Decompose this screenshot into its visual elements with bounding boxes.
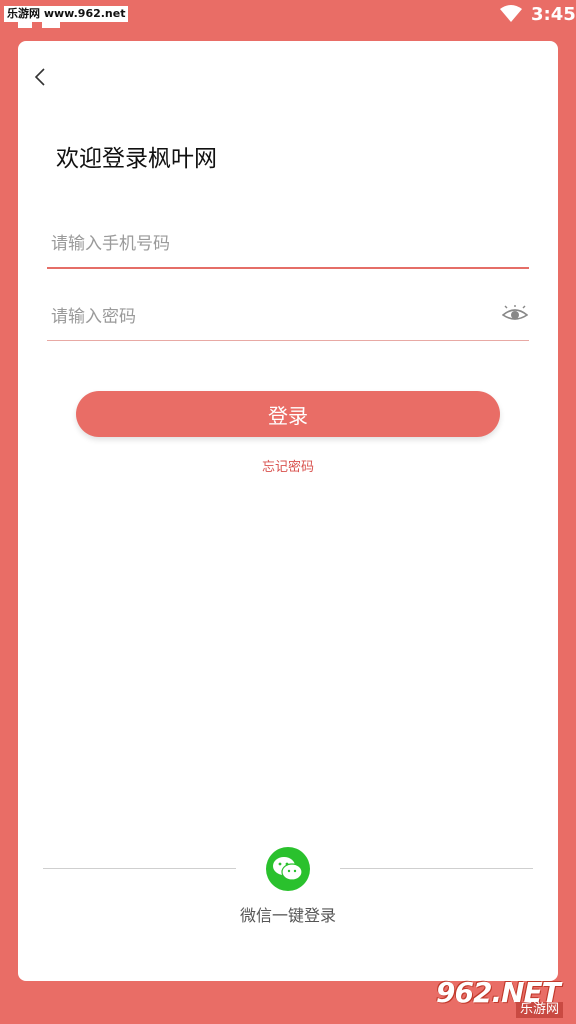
eye-icon[interactable]: [502, 305, 528, 323]
watermark-text: 乐游网 www.962.net: [4, 6, 129, 22]
phone-input[interactable]: [47, 221, 529, 269]
status-time: 3:45: [531, 4, 576, 25]
watermark-name: 乐游网: [516, 1002, 564, 1018]
wechat-login-label: 微信一键登录: [239, 906, 336, 925]
login-button[interactable]: 登录: [76, 391, 500, 437]
watermark-block: [18, 22, 32, 28]
wechat-icon[interactable]: [266, 847, 310, 891]
login-card: 欢迎登录枫叶网 登录 忘记密码 微信一键登录: [18, 41, 558, 981]
watermark-block: [42, 22, 60, 28]
page-title: 欢迎登录枫叶网: [56, 146, 217, 172]
watermark-logo: 962.NET 乐游网: [436, 976, 572, 1020]
status-bar: 乐游网 www.962.net 3:45: [0, 0, 576, 32]
divider-right: [340, 868, 533, 869]
wifi-icon: [500, 5, 522, 22]
divider-left: [43, 868, 236, 869]
forgot-password-link[interactable]: 忘记密码: [18, 456, 558, 475]
back-arrow-icon[interactable]: [32, 67, 52, 87]
password-input[interactable]: [47, 293, 529, 341]
